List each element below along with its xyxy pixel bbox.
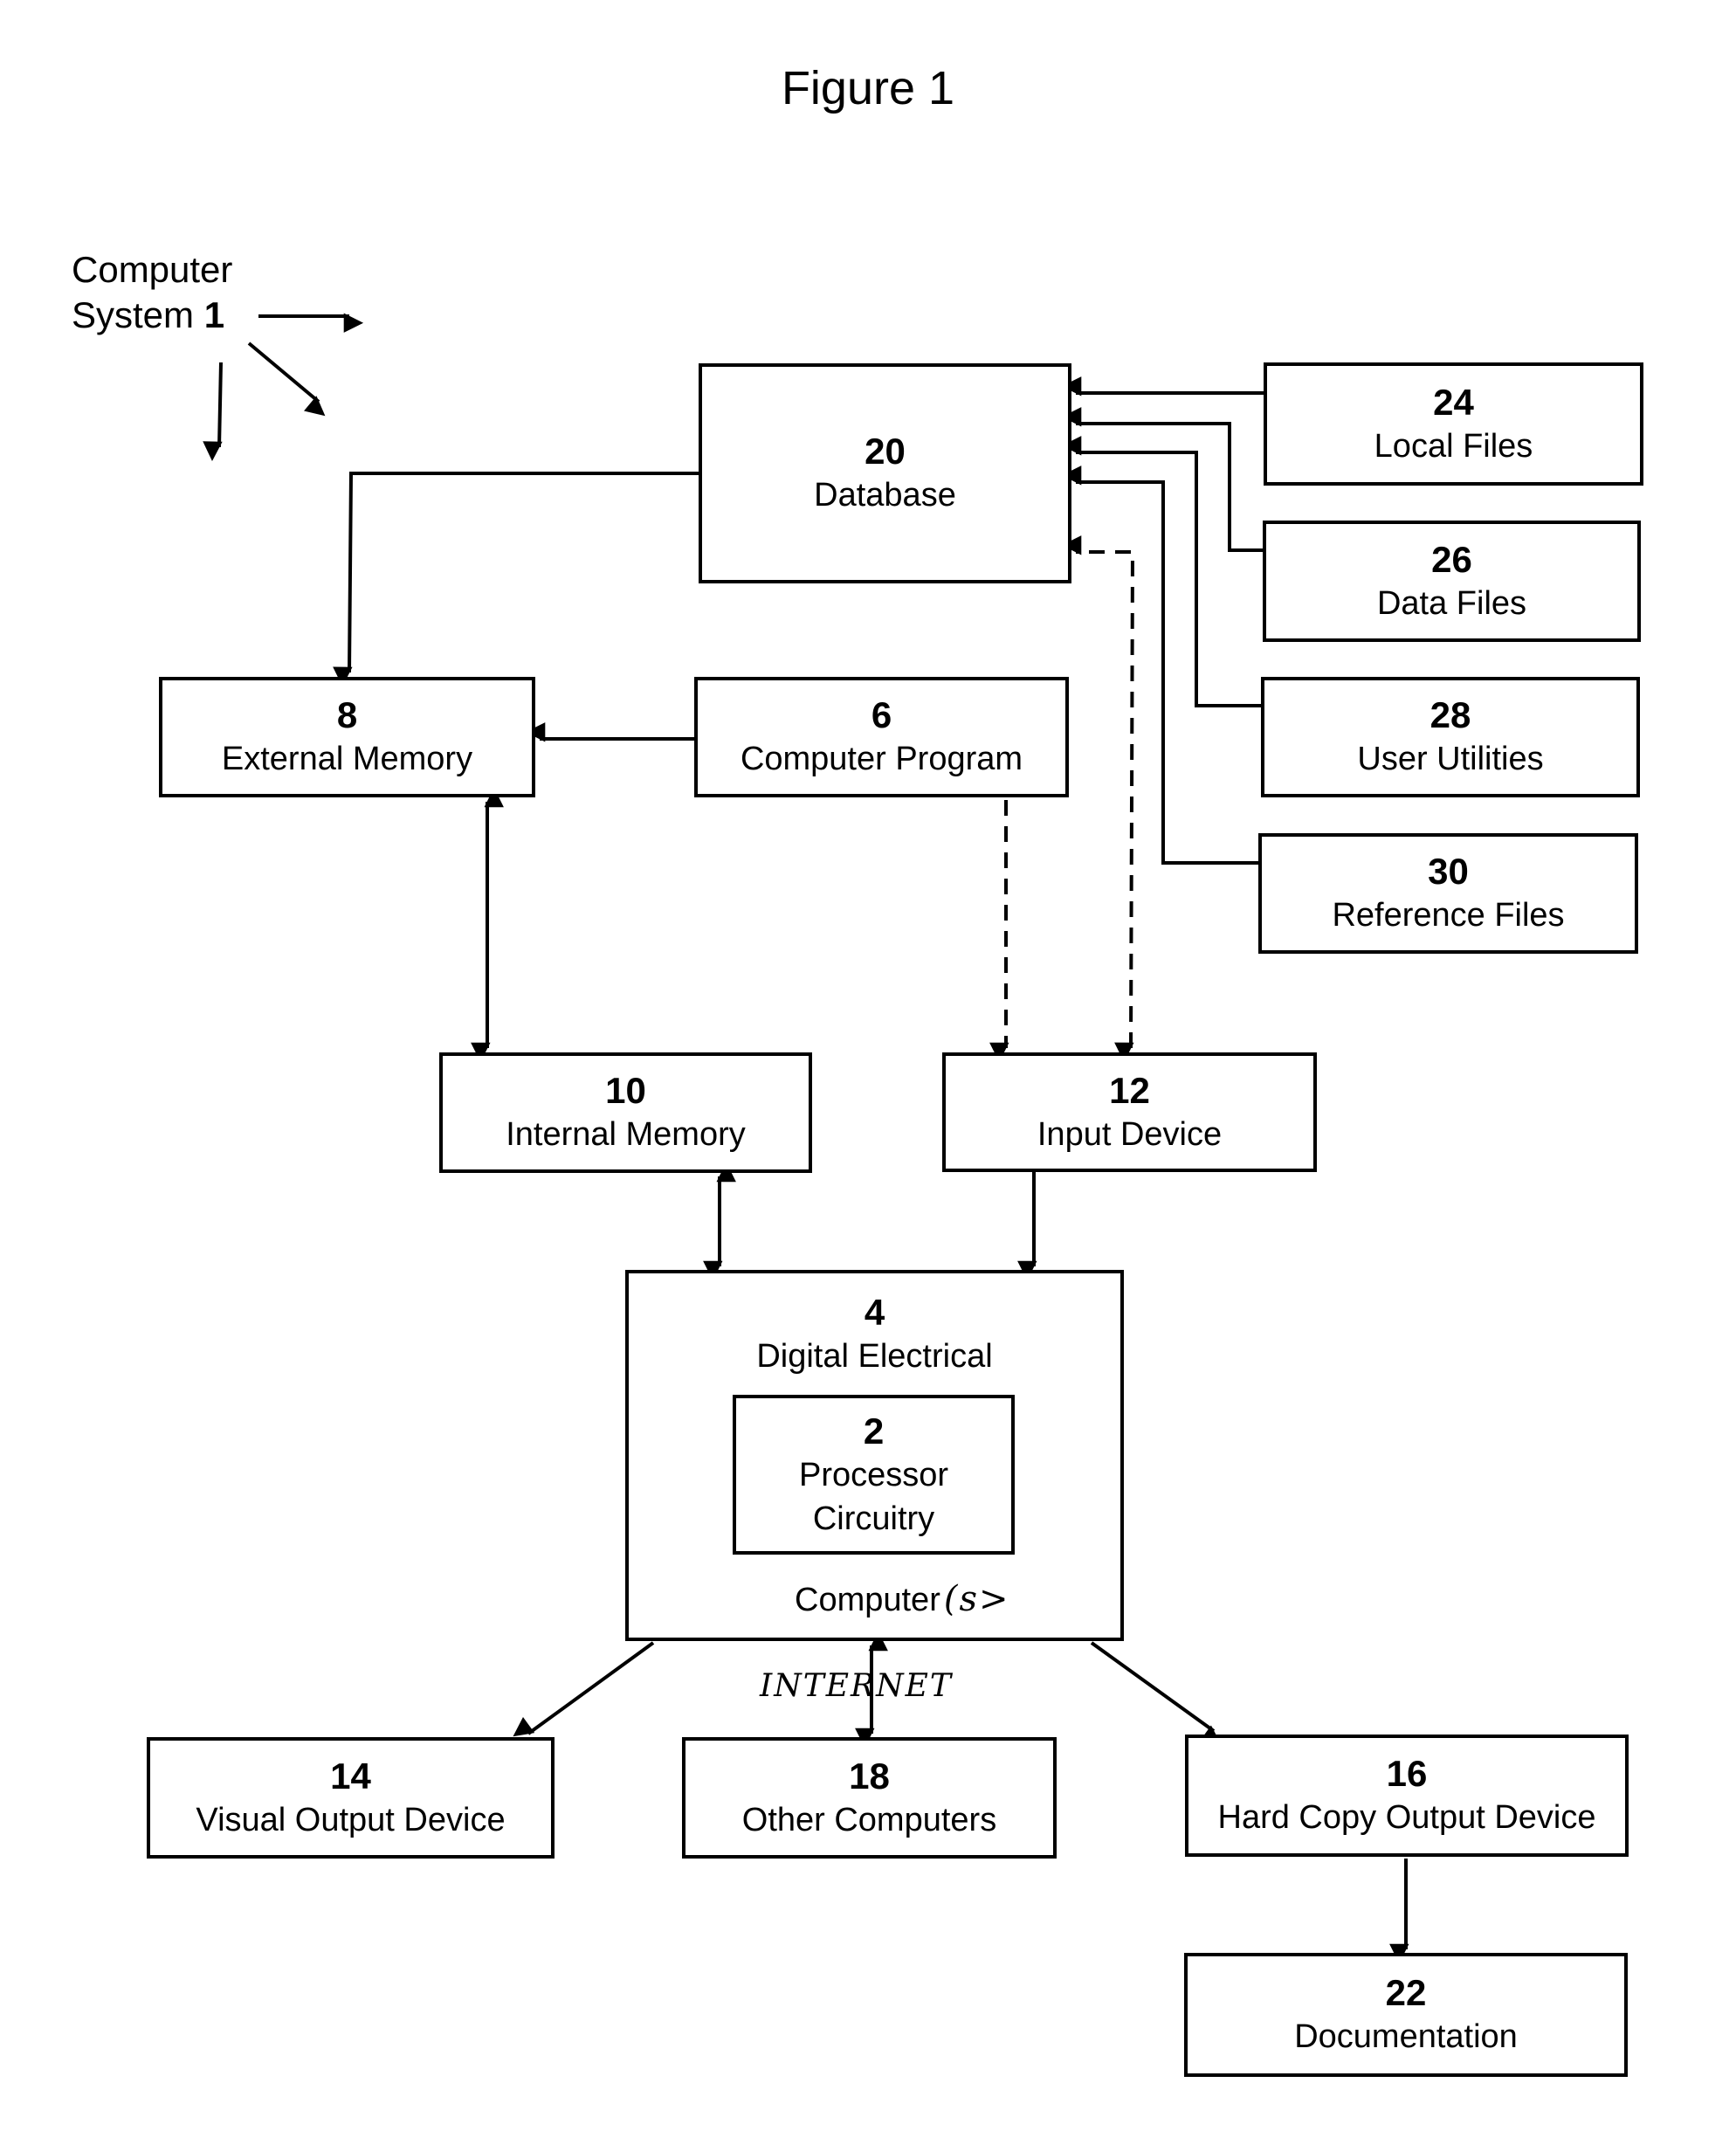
internet-annotation: INTERNET <box>760 1668 953 1704</box>
box-label: Other Computers <box>741 1801 997 1838</box>
box-number: 4 <box>864 1292 885 1333</box>
box-label: Digital Electrical <box>756 1338 993 1375</box>
internal-memory-box: 10 Internal Memory <box>439 1052 812 1173</box>
reference-files-box: 30 Reference Files <box>1258 833 1638 954</box>
box-number: 26 <box>1431 538 1472 580</box>
box-number: 30 <box>1428 851 1469 892</box>
box-number: 10 <box>605 1070 646 1111</box>
hard-copy-output-device-box: 16 Hard Copy Output Device <box>1185 1735 1629 1857</box>
box-label: Local Files <box>1374 427 1533 465</box>
connector-user-utilities-to-database <box>1061 436 1261 707</box>
box-label: Documentation <box>1294 2018 1518 2055</box>
box-label: Data Files <box>1376 584 1527 622</box>
box-number: 2 <box>863 1410 885 1452</box>
system-label-line2: System 1 <box>72 293 232 338</box>
box-number: 12 <box>1109 1069 1150 1111</box>
visual-output-device-box: 14 Visual Output Device <box>147 1737 555 1859</box>
local-files-box: 24 Local Files <box>1264 362 1643 486</box>
connector-computer-to-hard-copy <box>1090 1641 1222 1745</box>
box-number: 24 <box>1433 381 1474 423</box>
system-arrow-down <box>203 362 223 461</box>
box-label: Visual Output Device <box>196 1801 506 1838</box>
documentation-box: 22 Documentation <box>1184 1953 1628 2077</box>
system-label-text: System <box>72 294 195 335</box>
connector-input-database-dashed <box>1061 535 1135 1063</box>
connector-computer-to-visual-output <box>513 1641 655 1737</box>
system-label-line1: Computer <box>72 249 233 290</box>
box-number: 20 <box>865 431 906 472</box>
connector-data-files-to-database <box>1061 407 1263 552</box>
box-label: User Utilities <box>1357 741 1544 777</box>
box-label: Input Device <box>1037 1115 1223 1153</box>
box-number: 8 <box>336 694 358 735</box>
box-label: Internal Memory <box>506 1116 746 1153</box>
data-files-box: 26 Data Files <box>1263 521 1641 642</box>
system-number: 1 <box>203 294 225 335</box>
input-device-box: 12 Input Device <box>942 1052 1317 1172</box>
box-number: 28 <box>1429 694 1471 735</box>
box-label: Database <box>814 477 956 514</box>
other-computers-box: 18 Other Computers <box>682 1737 1057 1859</box>
computer-program-box: 6 Computer Program <box>694 677 1069 797</box>
user-utilities-box: 28 User Utilities <box>1261 677 1640 797</box>
processor-circuitry-box: 2 Processor Circuitry <box>733 1395 1015 1555</box>
box-number: 18 <box>849 1755 890 1797</box>
box-label: Hard Copy Output Device <box>1217 1799 1596 1836</box>
database-box: 20 Database <box>699 363 1071 583</box>
box-number: 22 <box>1385 1972 1427 2013</box>
box-label: Reference Files <box>1332 897 1565 934</box>
connector-database-to-external-memory <box>333 472 699 687</box>
computer-system-label: Computer System 1 <box>72 247 232 338</box>
box-label-line1: Processor <box>798 1456 949 1493</box>
figure-title: Figure 1 <box>781 62 955 114</box>
box-label: External Memory <box>221 741 473 777</box>
handwritten-plural: (s> <box>943 1579 1010 1619</box>
box-label: Computer Program <box>740 741 1023 777</box>
system-arrow-diagonal <box>247 341 326 417</box>
box-number: 16 <box>1386 1753 1428 1794</box>
external-memory-box: 8 External Memory <box>159 677 535 797</box>
computers-footer-label: Computer (s> <box>795 1579 1010 1619</box>
box-label-line2: Circuitry <box>812 1500 935 1537</box>
computer-text: Computer <box>795 1582 940 1618</box>
box-number: 14 <box>330 1755 371 1797</box>
box-number: 6 <box>871 694 892 735</box>
